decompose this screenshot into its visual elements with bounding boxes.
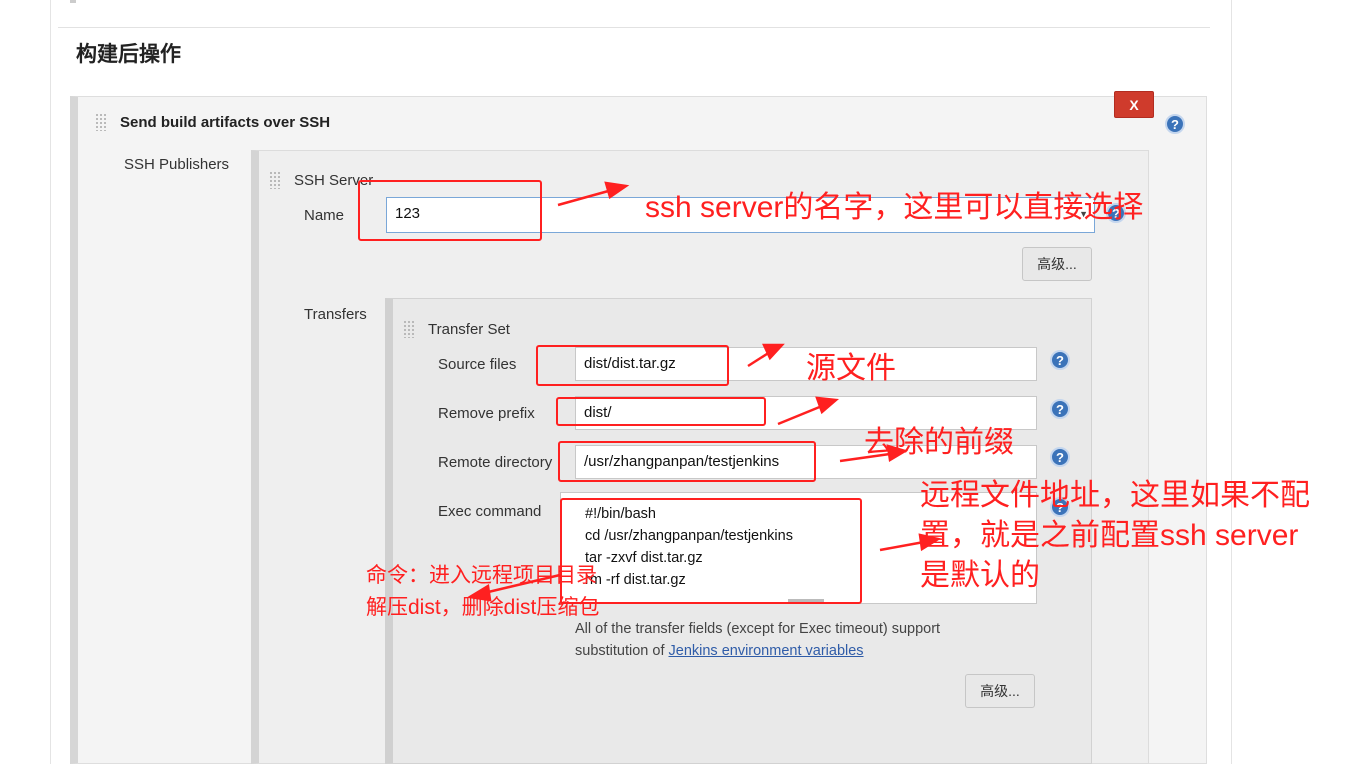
arrow-prefix <box>777 404 823 426</box>
arrow-head-prefix <box>815 396 840 415</box>
arrow-name <box>557 188 613 207</box>
exec-note-line-1: 命令：进入远程项目目录 <box>366 564 597 587</box>
remote-note-line-1: 远程文件地址，这里如果不配 <box>920 479 1310 512</box>
annotation-exec-note: 命令：进入远程项目目录 解压dist，删除dist压缩包 <box>366 560 599 624</box>
arrow-source <box>747 350 771 368</box>
arrow-head-source <box>762 343 785 361</box>
exec-note-line-2: 解压dist，删除dist压缩包 <box>366 596 600 619</box>
annotation-arrows <box>466 181 942 602</box>
annotation-remote-note: 远程文件地址，这里如果不配 置，就是之前配置ssh server 是默认的 <box>920 476 1310 596</box>
remote-note-line-2: 置，就是之前配置ssh server <box>920 519 1299 552</box>
annotation-prefix-note: 去除的前缀 <box>864 426 1014 459</box>
remote-note-line-3: 是默认的 <box>920 559 1040 592</box>
annotation-name-note: ssh server的名字，这里可以直接选择 <box>645 191 1144 224</box>
arrow-head-name <box>604 181 630 200</box>
annotation-source-note: 源文件 <box>806 352 896 385</box>
arrow-remote-note <box>879 540 925 552</box>
